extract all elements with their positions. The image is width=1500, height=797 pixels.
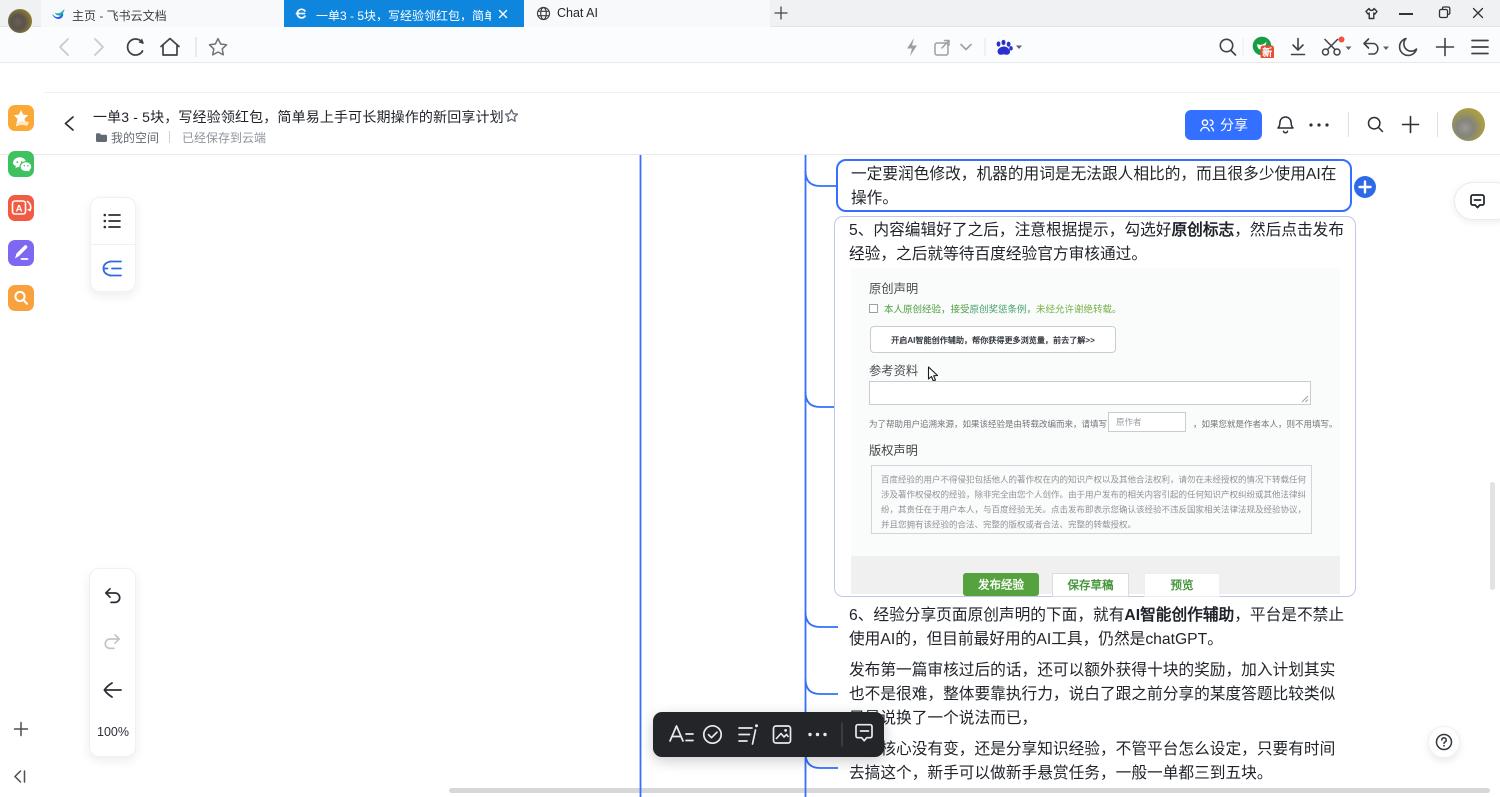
svg-text:新: 新 xyxy=(1262,46,1272,58)
svg-text:A: A xyxy=(16,204,23,215)
